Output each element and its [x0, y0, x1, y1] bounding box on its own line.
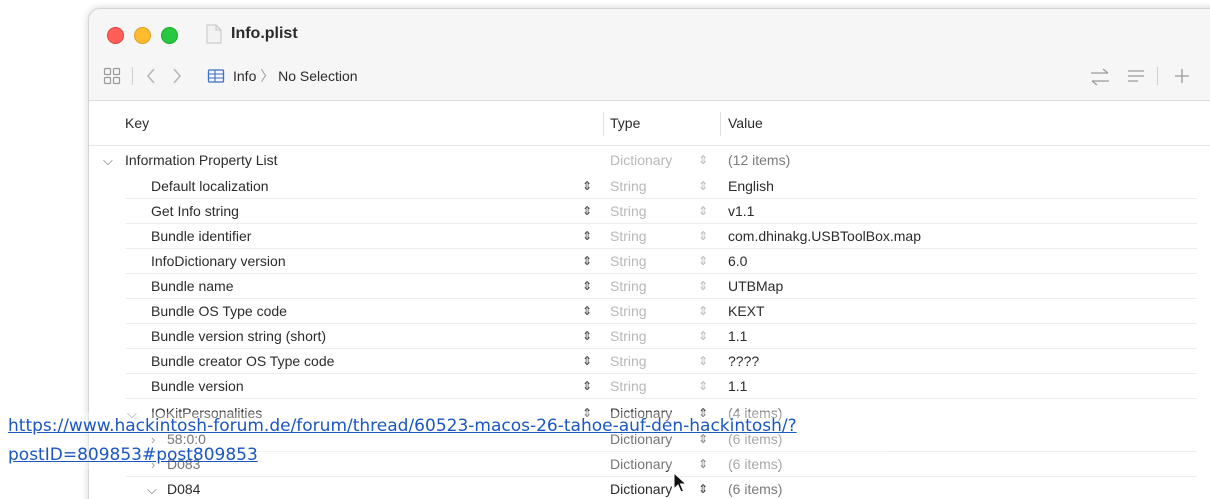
row-type[interactable]: Dictionary: [610, 148, 672, 173]
forum-post-link[interactable]: https://www.hackintosh-forum.de/forum/th…: [8, 412, 888, 470]
row-key[interactable]: Bundle identifier: [151, 224, 251, 249]
row-type[interactable]: String: [610, 174, 647, 199]
chevron-right-icon[interactable]: [171, 67, 183, 85]
row-key[interactable]: Bundle name: [151, 274, 234, 299]
column-divider[interactable]: [603, 112, 604, 136]
mouse-cursor-icon: [673, 472, 687, 493]
row-divider: [126, 398, 1197, 399]
maximize-button[interactable]: [161, 27, 178, 44]
chevron-down-icon[interactable]: ⌵: [147, 477, 157, 499]
row-value: (6 items): [728, 481, 783, 497]
table-row[interactable]: Bundle version ⇕ String ⇕ 1.1: [89, 374, 1210, 399]
key-stepper-icon[interactable]: ⇕: [582, 349, 592, 374]
row-value[interactable]: 1.1: [728, 374, 747, 399]
row-type[interactable]: String: [610, 374, 647, 399]
chevron-down-icon[interactable]: ⌵: [103, 148, 113, 173]
row-key[interactable]: Information Property List: [125, 148, 278, 173]
column-value[interactable]: Value: [728, 115, 763, 131]
row-type[interactable]: String: [610, 299, 647, 324]
row-value[interactable]: UTBMap: [728, 274, 783, 299]
table-row[interactable]: Get Info string ⇕ String ⇕ v1.1: [89, 199, 1210, 224]
table-row[interactable]: Bundle identifier ⇕ String ⇕ com.dhinakg…: [89, 224, 1210, 249]
row-type[interactable]: String: [610, 199, 647, 224]
table-row[interactable]: Default localization ⇕ String ⇕ English: [89, 174, 1210, 199]
type-stepper-icon[interactable]: ⇕: [698, 349, 708, 374]
key-stepper-icon[interactable]: ⇕: [582, 324, 592, 349]
row-type[interactable]: String: [610, 349, 647, 374]
key-stepper-icon[interactable]: ⇕: [582, 299, 592, 324]
key-stepper-icon[interactable]: ⇕: [582, 199, 592, 224]
row-value[interactable]: 6.0: [728, 249, 747, 274]
table-row[interactable]: Bundle version string (short) ⇕ String ⇕…: [89, 324, 1210, 349]
type-stepper-icon[interactable]: ⇕: [698, 299, 708, 324]
document-icon: [206, 24, 222, 44]
type-stepper-icon[interactable]: ⇕: [698, 477, 708, 499]
key-stepper-icon[interactable]: ⇕: [582, 374, 592, 399]
row-type[interactable]: String: [610, 224, 647, 249]
row-type[interactable]: String: [610, 249, 647, 274]
row-type[interactable]: String: [610, 324, 647, 349]
table-row-root[interactable]: ⌵ Information Property List Dictionary ⇕…: [89, 148, 1210, 173]
chevron-left-icon[interactable]: [145, 67, 157, 85]
minimize-button[interactable]: [134, 27, 151, 44]
row-key[interactable]: Default localization: [151, 174, 269, 199]
type-stepper-icon[interactable]: ⇕: [698, 224, 708, 249]
table-row[interactable]: Bundle creator OS Type code ⇕ String ⇕ ?…: [89, 349, 1210, 374]
row-key[interactable]: Get Info string: [151, 199, 239, 224]
type-stepper-icon[interactable]: ⇕: [698, 199, 708, 224]
row-value[interactable]: com.dhinakg.USBToolBox.map: [728, 224, 921, 249]
arrows-swap-icon[interactable]: [1089, 67, 1111, 87]
row-value[interactable]: KEXT: [728, 299, 765, 324]
plus-icon[interactable]: [1173, 67, 1191, 85]
row-key[interactable]: Bundle version string (short): [151, 324, 326, 349]
row-key[interactable]: InfoDictionary version: [151, 249, 286, 274]
breadcrumb-separator: 〉: [260, 68, 275, 84]
table-row[interactable]: Bundle name ⇕ String ⇕ UTBMap: [89, 274, 1210, 299]
row-key[interactable]: D084: [167, 477, 200, 499]
grid-icon[interactable]: [103, 67, 121, 85]
type-stepper-icon[interactable]: ⇕: [698, 274, 708, 299]
table-row[interactable]: InfoDictionary version ⇕ String ⇕ 6.0: [89, 249, 1210, 274]
type-stepper-icon[interactable]: ⇕: [698, 148, 708, 173]
key-stepper-icon[interactable]: ⇕: [582, 249, 592, 274]
table-row[interactable]: Bundle OS Type code ⇕ String ⇕ KEXT: [89, 299, 1210, 324]
type-stepper-icon[interactable]: ⇕: [698, 374, 708, 399]
table-row[interactable]: ⌵ D084 Dictionary ⇕ (6 items): [89, 477, 1210, 499]
breadcrumb-current[interactable]: No Selection: [278, 68, 357, 84]
type-stepper-icon[interactable]: ⇕: [698, 174, 708, 199]
close-button[interactable]: [107, 27, 124, 44]
key-stepper-icon[interactable]: ⇕: [582, 174, 592, 199]
key-stepper-icon[interactable]: ⇕: [582, 274, 592, 299]
window-title: Info.plist: [231, 25, 298, 42]
row-value[interactable]: v1.1: [728, 199, 754, 224]
breadcrumb-root[interactable]: Info: [233, 68, 256, 84]
row-value: (12 items): [728, 152, 791, 168]
row-key[interactable]: Bundle creator OS Type code: [151, 349, 334, 374]
row-type[interactable]: Dictionary: [610, 477, 672, 499]
column-header: Key Type Value: [89, 102, 1210, 146]
row-value[interactable]: 1.1: [728, 324, 747, 349]
column-divider[interactable]: [720, 112, 721, 136]
table-icon: [207, 69, 225, 83]
type-stepper-icon[interactable]: ⇕: [698, 324, 708, 349]
row-type[interactable]: String: [610, 274, 647, 299]
column-key[interactable]: Key: [125, 115, 149, 131]
key-stepper-icon[interactable]: ⇕: [582, 224, 592, 249]
titlebar: Info.plist Info 〉 No Selection: [89, 9, 1210, 101]
type-stepper-icon[interactable]: ⇕: [698, 249, 708, 274]
row-value[interactable]: ????: [728, 349, 759, 374]
breadcrumb[interactable]: Info 〉 No Selection: [233, 67, 358, 85]
column-type[interactable]: Type: [610, 115, 640, 131]
row-value[interactable]: English: [728, 174, 774, 199]
lines-icon[interactable]: [1126, 67, 1146, 85]
row-key[interactable]: Bundle version: [151, 374, 244, 399]
toolbar-separator: [1157, 67, 1158, 85]
row-key[interactable]: Bundle OS Type code: [151, 299, 287, 324]
toolbar-separator: [132, 67, 133, 85]
